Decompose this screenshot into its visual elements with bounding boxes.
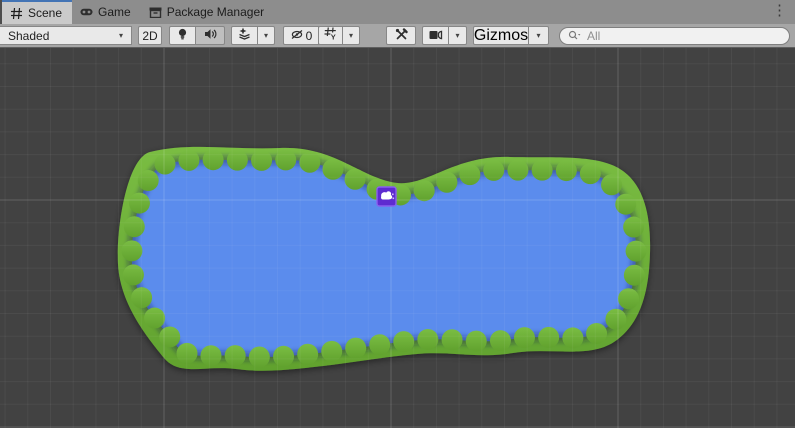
tab-game-label: Game bbox=[98, 5, 131, 19]
chevron-down-icon: ▾ bbox=[536, 32, 540, 40]
chevron-down-icon: ▾ bbox=[119, 32, 123, 40]
effects-dropdown-caret[interactable]: ▾ bbox=[258, 26, 275, 45]
gizmos-dropdown-caret[interactable]: ▾ bbox=[529, 26, 549, 45]
gamepad-icon bbox=[80, 6, 93, 19]
camera-settings-group: ▾ bbox=[422, 26, 467, 45]
kebab-menu-icon[interactable]: ⋮ bbox=[769, 1, 790, 21]
gizmos-group: Gizmos ▾ bbox=[473, 26, 549, 45]
grid-settings-group: Y ▾ bbox=[318, 26, 360, 45]
scene-viewport[interactable] bbox=[0, 48, 795, 428]
scene-search-field[interactable] bbox=[559, 27, 790, 45]
scene-toolbar: Shaded ▾ 2D ▾ bbox=[0, 24, 795, 48]
tab-scene-label: Scene bbox=[28, 6, 62, 20]
gizmos-label: Gizmos bbox=[474, 27, 528, 45]
terrain-sprite-shape[interactable] bbox=[118, 147, 650, 371]
grid-dropdown-caret[interactable]: ▾ bbox=[343, 26, 360, 45]
search-input[interactable] bbox=[585, 28, 781, 44]
eye-slash-icon bbox=[290, 29, 304, 43]
crossed-tools-icon bbox=[395, 28, 408, 44]
grid-visibility-button[interactable]: Y bbox=[318, 26, 343, 45]
unity-editor-window: Scene Game Package Manager ⋮ Shaded ▾ 2D bbox=[0, 0, 795, 428]
chevron-down-icon: ▾ bbox=[349, 32, 353, 40]
camera-button[interactable] bbox=[422, 26, 449, 45]
gizmos-button[interactable]: Gizmos bbox=[473, 26, 529, 45]
effects-toggle-button[interactable] bbox=[231, 26, 258, 45]
component-tools-button[interactable] bbox=[386, 26, 416, 45]
camera-dropdown-caret[interactable]: ▾ bbox=[449, 26, 467, 45]
tab-scene[interactable]: Scene bbox=[2, 0, 72, 24]
lighting-toggle-button[interactable] bbox=[169, 26, 196, 45]
effects-dropdown-group: ▾ bbox=[231, 26, 275, 45]
tab-package-manager[interactable]: Package Manager bbox=[141, 0, 274, 24]
search-icon bbox=[568, 30, 581, 41]
speaker-icon bbox=[204, 28, 217, 43]
tab-bar: Scene Game Package Manager ⋮ bbox=[0, 0, 795, 24]
lightbulb-icon bbox=[177, 28, 188, 44]
hidden-count-label: 0 bbox=[306, 29, 313, 43]
tab-game[interactable]: Game bbox=[72, 0, 141, 24]
effects-star-icon bbox=[238, 27, 251, 45]
2d-label: 2D bbox=[142, 29, 157, 43]
audio-toggle-button[interactable] bbox=[195, 26, 225, 45]
svg-text:Y: Y bbox=[331, 32, 336, 39]
tab-package-manager-label: Package Manager bbox=[167, 5, 264, 19]
scene-visibility-button[interactable]: 0 bbox=[283, 26, 319, 45]
sprite-shape-cloud-icon[interactable] bbox=[377, 187, 396, 206]
scene-canvas[interactable] bbox=[0, 48, 795, 428]
2d-toggle-button[interactable]: 2D bbox=[138, 26, 162, 45]
chevron-down-icon: ▾ bbox=[264, 32, 268, 40]
grid-icon bbox=[10, 7, 23, 20]
draw-mode-dropdown[interactable]: Shaded ▾ bbox=[0, 26, 132, 45]
camera-icon bbox=[429, 27, 443, 45]
grid-axis-y-icon: Y bbox=[324, 27, 337, 45]
package-icon bbox=[149, 6, 162, 19]
chevron-down-icon: ▾ bbox=[455, 32, 459, 40]
draw-mode-label: Shaded bbox=[8, 29, 49, 43]
